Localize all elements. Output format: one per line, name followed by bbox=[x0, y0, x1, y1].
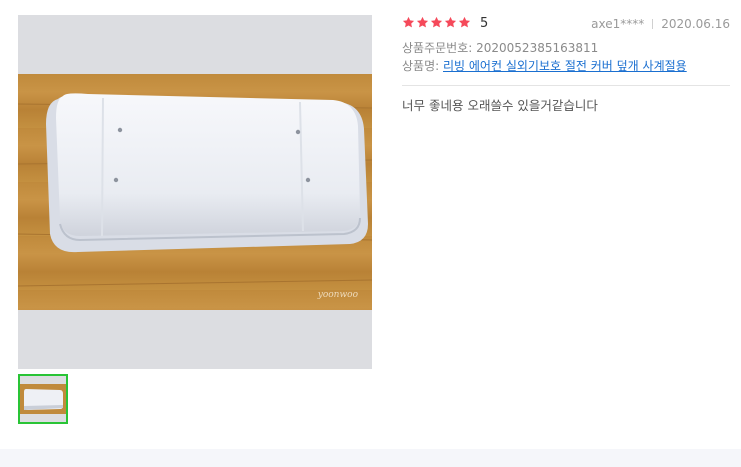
order-number-line: 상품주문번호: 2020052385163811 bbox=[402, 39, 730, 57]
review-photo: yoonwoo bbox=[18, 74, 372, 310]
review-photo-image bbox=[18, 93, 372, 287]
rating-row: 5 axe1**** 2020.06.16 bbox=[402, 15, 730, 35]
product-name-line: 상품명: 리빙 에어컨 실외기보호 절전 커버 덮개 사계절용 bbox=[402, 57, 730, 75]
product-name-label: 상품명: bbox=[402, 59, 440, 73]
order-number-label: 상품주문번호: bbox=[402, 41, 473, 55]
review-details: 5 axe1**** 2020.06.16 상품주문번호: 2020052385… bbox=[402, 15, 730, 115]
star-icon bbox=[444, 16, 457, 28]
star-rating bbox=[402, 16, 471, 29]
rating-score: 5 bbox=[480, 16, 489, 31]
star-icon bbox=[402, 16, 415, 28]
product-name-link[interactable]: 리빙 에어컨 실외기보호 절전 커버 덮개 사계절용 bbox=[443, 59, 687, 73]
photo-thumbnail[interactable] bbox=[18, 374, 68, 424]
photo-watermark: yoonwoo bbox=[317, 290, 358, 300]
meta-divider bbox=[652, 19, 654, 29]
photo-thumbnail-image bbox=[20, 376, 66, 422]
reviewer-name: axe1**** bbox=[591, 17, 645, 31]
review-date: 2020.06.16 bbox=[661, 17, 730, 31]
star-icon bbox=[458, 16, 471, 28]
footer-background bbox=[0, 449, 741, 467]
review-meta: axe1**** 2020.06.16 bbox=[591, 17, 730, 31]
star-icon bbox=[430, 16, 443, 28]
divider bbox=[402, 85, 730, 86]
order-number-value: 2020052385163811 bbox=[476, 41, 599, 55]
star-icon bbox=[416, 16, 429, 28]
review-text: 너무 좋네용 오래쓸수 있을거같습니다 bbox=[402, 98, 598, 113]
review-photo-viewer[interactable]: yoonwoo bbox=[18, 15, 372, 369]
